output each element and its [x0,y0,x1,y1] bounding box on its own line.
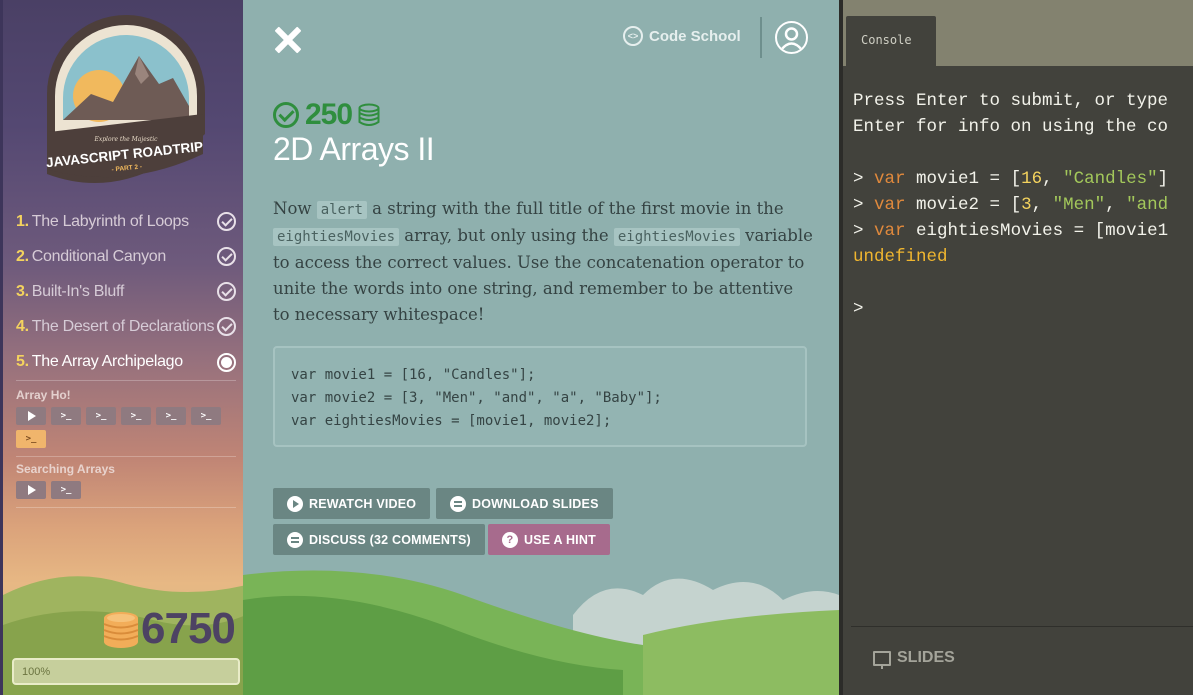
question-icon: ? [502,531,518,548]
step-list [16,481,236,499]
tab-console[interactable]: Console [846,16,936,66]
level-title: Conditional Canyon [31,247,167,265]
console-input-line: > var movie1 = [16, "Candles"] [853,169,1169,189]
console-result: undefined [853,247,948,267]
challenge-panel: <> Code School 250 2D Arrays II Now aler… [243,0,839,695]
check-circle-icon [273,102,299,128]
course-badge[interactable]: Explore the Majestic JAVASCRIPT ROADTRIP… [41,14,211,186]
play-icon [287,495,303,512]
check-circle-icon [217,282,236,301]
console-input-line: > var eightiesMovies = [movie1 [853,221,1169,241]
level-item-2[interactable]: 2. Conditional Canyon [16,239,236,274]
level-number: 2. [16,247,29,265]
code-brackets-icon: <> [623,26,643,46]
section-searching-arrays: Searching Arrays [16,462,236,508]
console-intro-line: Press Enter to submit, or type [853,91,1169,111]
level-title: Built-In's Bluff [31,282,125,300]
svg-text:Explore the Majestic: Explore the Majestic [93,136,158,143]
level-title: The Labyrinth of Loops [31,212,189,230]
total-points-value: 6750 [141,604,236,653]
check-circle-icon [217,212,236,231]
inline-code: eightiesMovies [613,228,740,246]
discuss-button[interactable]: DISCUSS (32 COMMENTS) [273,524,485,555]
check-circle-icon [217,317,236,336]
level-number: 4. [16,317,29,335]
challenge-step-button[interactable] [86,407,116,425]
inline-code: eightiesMovies [273,228,400,246]
challenge-description: Now alert a string with the full title o… [273,199,813,324]
user-avatar-icon[interactable] [775,21,808,54]
level-item-3[interactable]: 3. Built-In's Bluff [16,274,236,309]
landscape-illustration [243,570,839,695]
slides-button[interactable]: SLIDES [873,649,955,669]
console-panel: Console Press Enter to submit, or type En… [839,0,1193,695]
coins-icon [103,612,139,648]
code-sample-block: var movie1 = [16, "Candles"]; var movie2 … [273,346,807,447]
presentation-icon [873,650,891,669]
level-item-4[interactable]: 4. The Desert of Declarations [16,309,236,344]
level-number: 1. [16,212,29,230]
use-hint-button[interactable]: ? USE A HINT [488,524,610,555]
level-number: 3. [16,282,29,300]
level-item-1[interactable]: 1. The Labyrinth of Loops [16,204,236,239]
total-points: 6750 [101,604,236,654]
current-level-icon [217,352,236,372]
console-footer: SLIDES [851,626,1193,695]
section-title: Array Ho! [16,388,71,402]
code-school-logo[interactable]: <> Code School [623,26,741,46]
level-list: 1. The Labyrinth of Loops 2. Conditional C… [16,204,236,381]
inline-code: alert [316,201,367,219]
challenge-step-button[interactable] [51,407,81,425]
step-list [16,407,236,448]
challenge-step-button[interactable] [191,407,221,425]
level-title: The Array Archipelago [31,353,183,370]
slides-icon [450,495,466,512]
level-number: 5. [16,353,29,370]
console-input-line: > var movie2 = [3, "Men", "and [853,195,1169,215]
console-prompt[interactable]: > [853,296,1193,322]
video-step-button[interactable] [16,481,46,499]
challenge-step-button[interactable] [121,407,151,425]
points-value: 250 [305,98,353,131]
console-output[interactable]: Press Enter to submit, or type Enter for … [853,88,1193,322]
divider [16,507,236,508]
challenge-step-button[interactable] [51,481,81,499]
course-progress-bar: 100% [12,658,240,685]
challenge-step-button[interactable] [156,407,186,425]
video-step-button[interactable] [16,407,46,425]
rewatch-video-button[interactable]: REWATCH VIDEO [273,488,431,519]
divider [16,456,236,457]
close-icon[interactable] [272,24,304,56]
header-divider [760,17,762,58]
download-slides-button[interactable]: DOWNLOAD SLIDES [436,488,613,519]
course-sidebar: Explore the Majestic JAVASCRIPT ROADTRIP… [0,0,243,695]
section-array-ho: Array Ho! [16,388,236,457]
code-line: var movie2 = [3, "Men", "and", "a", "Bab… [291,390,662,406]
current-challenge-step-button[interactable] [16,430,46,448]
check-circle-icon [217,247,236,266]
level-title: The Desert of Declarations [31,317,215,335]
section-title: Searching Arrays [16,462,115,476]
challenge-points: 250 [273,98,380,132]
progress-label: 100% [22,666,51,678]
code-line: var movie1 = [16, "Candles"]; [291,367,536,383]
comments-icon [287,531,303,548]
coins-icon [358,103,380,126]
challenge-title: 2D Arrays II [273,131,435,167]
code-line: var eightiesMovies = [movie1, movie2]; [291,413,612,429]
level-item-5[interactable]: 5. The Array Archipelago [16,344,236,381]
console-intro-line: Enter for info on using the co [853,117,1169,137]
brand-name: Code School [649,27,741,45]
